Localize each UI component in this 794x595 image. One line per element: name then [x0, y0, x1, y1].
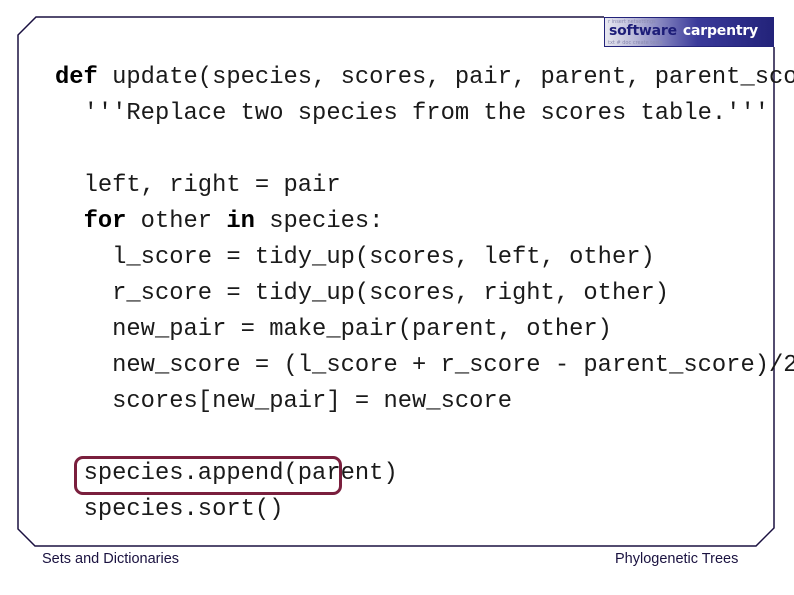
- code-line: r_score = tidy_up(scores, right, other): [112, 280, 670, 307]
- keyword-in: in: [226, 208, 255, 235]
- highlight-box: [74, 456, 342, 495]
- code-line: l_score = tidy_up(scores, left, other): [112, 244, 655, 271]
- keyword-def: def: [55, 64, 98, 91]
- code-line: new_score = (l_score + r_score - parent_…: [112, 352, 794, 379]
- logo-brand: software carpentry: [609, 23, 758, 39]
- code-line: left, right = pair: [83, 172, 341, 199]
- logo-word-carpentry: carpentry: [682, 23, 758, 39]
- code-line-sort: species.sort(): [83, 496, 284, 523]
- code-line-for: for other in species:: [83, 208, 384, 235]
- logo-word-software: software: [609, 23, 677, 39]
- code-line: new_pair = make_pair(parent, other): [112, 316, 612, 343]
- logo-tagline-bottom: txt # doc create tests: [608, 40, 663, 46]
- footer-left-title: Sets and Dictionaries: [42, 551, 180, 567]
- software-carpentry-logo: r insert netsettings software carpentry t…: [604, 17, 774, 47]
- code-line-def: def update(species, scores, pair, parent…: [55, 64, 794, 91]
- footer-right-title: Phylogenetic Trees: [615, 551, 739, 567]
- code-line: scores[new_pair] = new_score: [112, 388, 512, 415]
- keyword-for: for: [83, 208, 127, 235]
- code-line-docstring: '''Replace two species from the scores t…: [83, 100, 770, 127]
